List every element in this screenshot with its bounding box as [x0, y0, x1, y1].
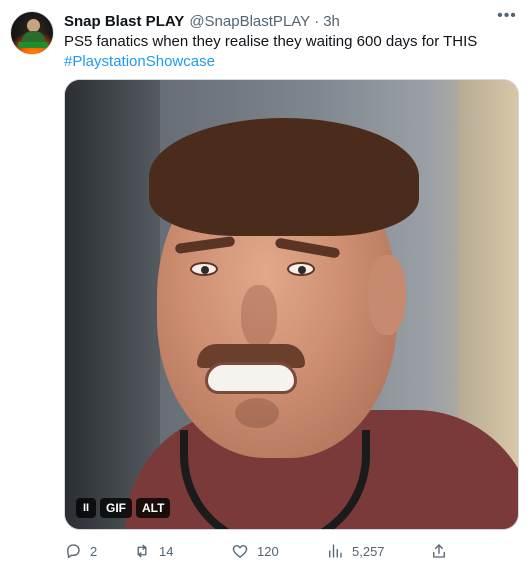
views-button[interactable]: 5,257 — [326, 541, 385, 561]
gif-controls: II GIF ALT — [76, 498, 171, 518]
gif-chin — [235, 398, 279, 428]
more-options-icon[interactable]: ••• — [497, 8, 517, 30]
avatar[interactable] — [10, 11, 54, 55]
heart-icon — [232, 545, 248, 558]
tweet-gif[interactable]: II GIF ALT — [64, 79, 519, 530]
gif-badge: GIF — [100, 498, 132, 518]
share-icon — [433, 544, 445, 558]
separator-dot: · — [314, 12, 320, 30]
gif-grimace-mouth — [205, 362, 297, 394]
gif-nose — [241, 285, 277, 347]
views-bar-chart-icon — [329, 544, 342, 558]
gif-hair — [149, 118, 419, 236]
alt-text-button[interactable]: ALT — [136, 498, 171, 518]
tweet-header: Snap Blast PLAY @SnapBlastPLAY · 3h — [64, 11, 521, 31]
reply-count: 2 — [90, 543, 98, 559]
tweet-actions: 2 14 120 5,257 — [64, 541, 519, 561]
gif-ear — [368, 255, 406, 335]
gif-left-eye — [190, 262, 218, 276]
tweet-time[interactable]: 3h — [323, 13, 340, 30]
pause-icon[interactable]: II — [76, 498, 96, 518]
author-handle[interactable]: @SnapBlastPLAY — [189, 13, 310, 30]
tweet[interactable]: Snap Blast PLAY @SnapBlastPLAY · 3h ••• … — [0, 0, 531, 567]
hashtag-link[interactable]: #PlaystationShowcase — [64, 52, 519, 72]
tweet-text: PS5 fanatics when they realise they wait… — [64, 32, 519, 72]
reply-icon — [67, 544, 80, 559]
share-button[interactable] — [430, 541, 448, 561]
repost-button[interactable]: 14 — [133, 541, 173, 561]
gif-right-eye — [287, 262, 315, 276]
author-name[interactable]: Snap Blast PLAY — [64, 13, 184, 30]
views-count: 5,257 — [352, 543, 385, 559]
repost-count: 14 — [159, 543, 174, 559]
tweet-body: PS5 fanatics when they realise they wait… — [64, 33, 478, 50]
repost-icon — [137, 544, 147, 558]
reply-button[interactable]: 2 — [64, 541, 97, 561]
like-button[interactable]: 120 — [231, 541, 279, 561]
like-count: 120 — [257, 543, 279, 559]
avatar-badge — [18, 42, 48, 48]
